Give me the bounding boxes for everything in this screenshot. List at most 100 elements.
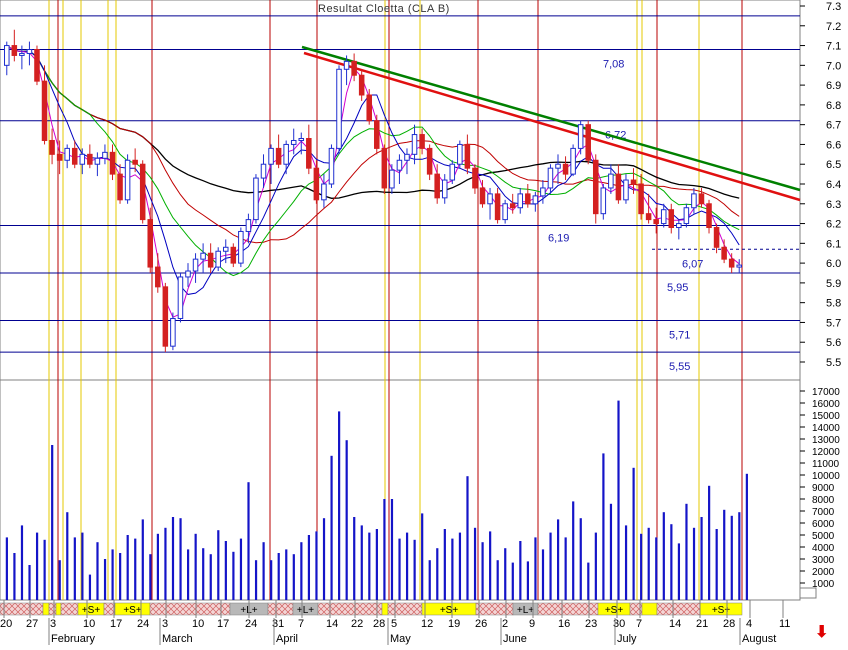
- candle-body: [676, 223, 682, 229]
- month-label: May: [390, 633, 411, 645]
- candle-body: [434, 173, 440, 199]
- volume-bar: [443, 529, 446, 600]
- volume-bar: [156, 533, 159, 600]
- volume-bar: [322, 518, 326, 600]
- volume-tick-label: 16000: [812, 399, 840, 410]
- volume-bar: [353, 517, 356, 600]
- candle-body: [472, 167, 478, 189]
- signal-segment: [103, 602, 116, 616]
- candle-body: [109, 151, 116, 175]
- volume-bar: [662, 512, 665, 600]
- signal-segment: [641, 602, 658, 616]
- volume-bar: [338, 411, 341, 600]
- candle-body: [396, 159, 403, 171]
- candle-body: [525, 193, 531, 205]
- signal-label: +S+: [82, 605, 101, 616]
- candle-body: [728, 258, 735, 268]
- candle-body: [102, 151, 108, 159]
- price-tick-label: 5.6: [826, 337, 841, 349]
- volume-bar: [511, 562, 514, 600]
- level-label: 5,95: [667, 282, 688, 294]
- volume-bar: [466, 476, 469, 600]
- signal-segment: [55, 602, 62, 616]
- candle-body: [132, 159, 138, 165]
- candle-body: [283, 143, 289, 165]
- level-label: 5,71: [669, 329, 690, 341]
- candle-body: [449, 163, 456, 181]
- candle-body: [615, 173, 622, 201]
- candle-body: [238, 230, 244, 264]
- volume-bar: [96, 542, 99, 600]
- candle-body: [404, 153, 410, 161]
- volume-bar: [149, 554, 152, 600]
- volume-bar: [655, 537, 658, 600]
- volume-bar: [579, 518, 582, 600]
- candle-body: [479, 187, 486, 205]
- price-tick-label: 6.0: [826, 258, 841, 270]
- volume-bar: [692, 527, 696, 600]
- candle-body: [245, 219, 252, 232]
- volume-tick-label: 13000: [812, 435, 840, 446]
- volume-bar: [20, 525, 24, 600]
- x-tick-label: 28: [723, 618, 735, 630]
- candle-body: [660, 209, 667, 225]
- volume-bar: [134, 538, 137, 600]
- level-label: 6,07: [682, 258, 703, 270]
- volume-bar: [239, 538, 243, 600]
- candle-body: [298, 138, 305, 141]
- candle-body: [71, 147, 78, 165]
- price-tick-label: 7.3: [826, 1, 841, 13]
- x-tick-label: 23: [585, 618, 597, 630]
- candle-body: [441, 179, 448, 199]
- volume-bar: [315, 531, 318, 600]
- x-tick-label: 17: [110, 618, 122, 630]
- x-tick-label: 24: [245, 618, 257, 630]
- candle-body: [336, 68, 342, 149]
- candle-body: [411, 134, 418, 155]
- volume-tick-label: 7000: [812, 507, 835, 518]
- signal-label: +L+: [517, 605, 534, 616]
- month-label: April: [276, 633, 298, 645]
- volume-bar: [43, 539, 46, 600]
- candle-body: [358, 74, 365, 96]
- month-label: June: [503, 633, 527, 645]
- volume-bar: [496, 560, 499, 600]
- volume-bar: [708, 485, 711, 600]
- volume-bar: [526, 561, 529, 600]
- candle-body: [49, 139, 55, 155]
- price-tick-label: 6.5: [826, 159, 841, 171]
- x-tick-label: 11: [779, 618, 790, 630]
- down-arrow-icon[interactable]: ⬇: [815, 622, 828, 642]
- signal-segment: [475, 602, 514, 616]
- volume-tick-label: 10000: [812, 471, 840, 482]
- x-tick-label: 14: [669, 618, 681, 630]
- candle-body: [192, 258, 199, 272]
- candle-body: [94, 157, 101, 165]
- volume-bar: [51, 445, 54, 600]
- volume-bar: [13, 553, 16, 600]
- x-tick-label: 22: [351, 618, 363, 630]
- volume-bar: [489, 531, 492, 600]
- volume-bar: [534, 537, 537, 600]
- price-tick-label: 7.1: [826, 41, 841, 53]
- volume-tick-label: 15000: [812, 411, 840, 422]
- candle-body: [713, 227, 720, 248]
- volume-bar: [141, 519, 144, 600]
- volume-tick-label: 4000: [812, 543, 835, 554]
- x-tick-label: 28: [373, 618, 385, 630]
- volume-bar: [428, 560, 431, 600]
- x-tick-label: 14: [326, 618, 338, 630]
- volume-bar: [164, 527, 167, 600]
- candle-body: [419, 134, 425, 149]
- candle-body: [328, 147, 335, 185]
- volume-bar: [519, 541, 522, 600]
- candle-body: [592, 159, 599, 215]
- signal-segment: [381, 602, 389, 616]
- volume-bar: [270, 560, 273, 600]
- volume-bar: [81, 532, 84, 600]
- candle-body: [653, 219, 659, 225]
- x-tick-label: 7: [298, 618, 304, 630]
- candle-body: [41, 80, 48, 141]
- volume-bar: [345, 440, 348, 600]
- volume-bar: [413, 539, 416, 600]
